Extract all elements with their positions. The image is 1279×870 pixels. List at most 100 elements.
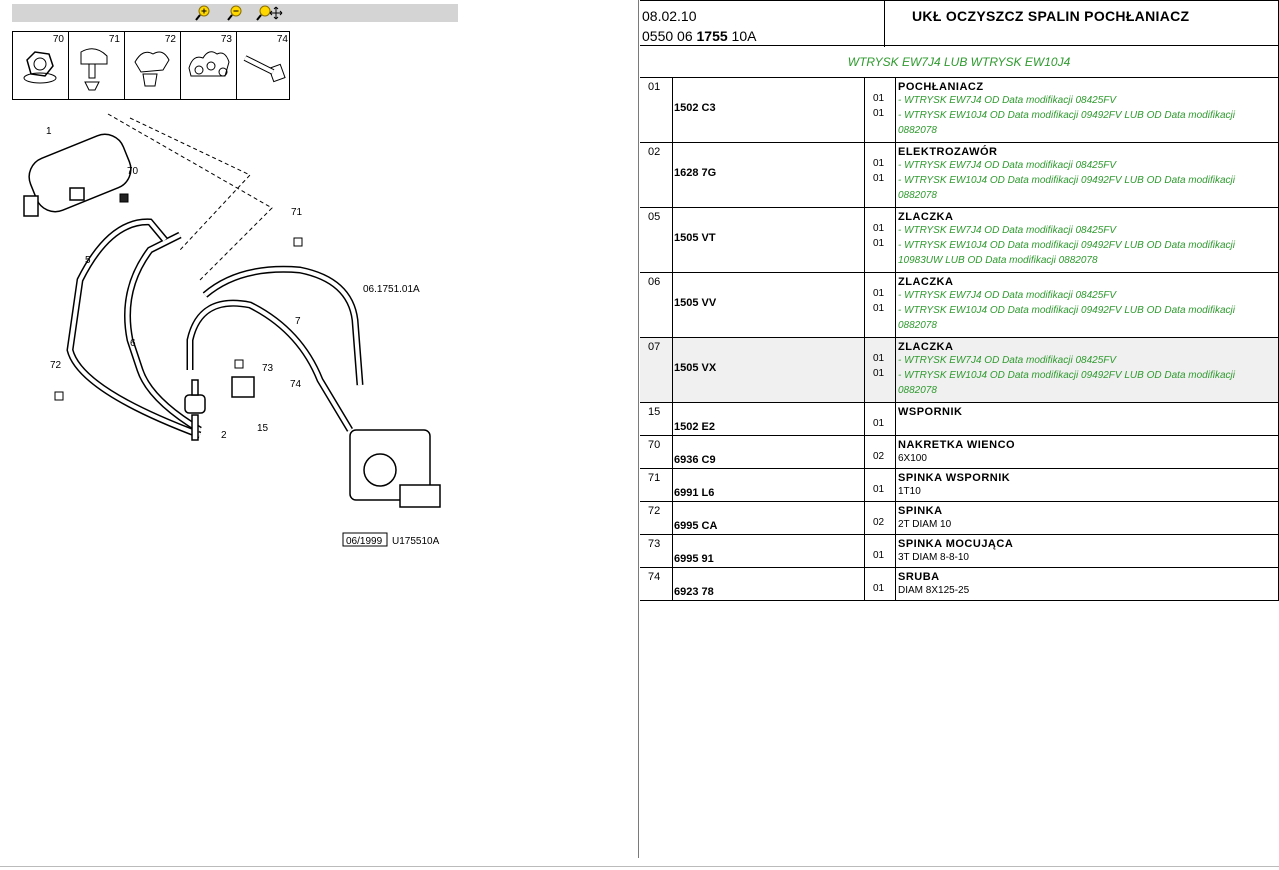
callout-label: 1 — [46, 126, 52, 137]
applicability-text: - WTRYSK EW10J4 OD Data modifikacji 0949… — [898, 370, 1235, 396]
throttle-body-drawing — [349, 429, 441, 508]
header-reference: 0550 06 1755 10A — [642, 28, 756, 44]
callout-label: 72 — [50, 360, 62, 371]
quantity: 01 — [873, 353, 885, 364]
applicability-text: - WTRYSK EW7J4 OD Data modifikacji 08425… — [898, 160, 1117, 171]
table-row[interactable]: 72 6995 CA SPINKA 02 2T DIAM 10 — [640, 502, 1278, 535]
table-row[interactable]: 06 1505 VV ZLACZKA 01 - WTRYSK EW7J4 OD Data… — [640, 273, 1278, 338]
part-code[interactable]: 1505 VX — [674, 362, 716, 374]
part-name: ZLACZKA — [898, 341, 954, 353]
quantity: 01 — [873, 158, 885, 169]
part-name: SPINKA WSPORNIK — [898, 472, 1011, 484]
applicability-text: 3T DIAM 8-8-10 — [898, 552, 969, 563]
part-description: SPINKA WSPORNIK 01 1T10 — [873, 472, 1276, 499]
quantity: 01 — [873, 583, 885, 594]
applicability-text: DIAM 8X125-25 — [898, 585, 970, 596]
applicability-line: 01 DIAM 8X125-25 — [873, 583, 1276, 598]
part-thumb-74[interactable]: 74 — [237, 32, 292, 99]
applicability-line: 01 - WTRYSK EW10J4 OD Data modifikacji 09… — [873, 108, 1276, 138]
quantity: 01 — [873, 223, 885, 234]
applicability-text: - WTRYSK EW10J4 OD Data modifikacji 0949… — [898, 240, 1235, 266]
callout-label: 5 — [85, 255, 91, 266]
quantity: 01 — [873, 484, 885, 495]
part-code[interactable]: 1505 VT — [674, 232, 716, 244]
applicability-text: 6X100 — [898, 453, 927, 464]
table-row[interactable]: 70 6936 C9 NAKRETKA WIENCO 02 6X100 — [640, 436, 1278, 469]
part-name: POCHŁANIACZ — [898, 81, 984, 93]
part-description: ZLACZKA 01 - WTRYSK EW7J4 OD Data modifika… — [873, 341, 1276, 398]
part-code[interactable]: 6995 CA — [674, 520, 717, 532]
quantity: 01 — [873, 418, 885, 429]
part-description: WSPORNIK 01 — [873, 406, 1276, 429]
callout-label: 6 — [130, 338, 136, 349]
item-number: 01 — [648, 81, 661, 93]
callout-label: 74 — [290, 379, 302, 390]
applicability-line: 01 - WTRYSK EW10J4 OD Data modifikacji 09… — [873, 303, 1276, 333]
applicability-line: 01 3T DIAM 8-8-10 — [873, 550, 1276, 565]
item-number: 07 — [648, 341, 661, 353]
table-row[interactable]: 05 1505 VT ZLACZKA 01 - WTRYSK EW7J4 OD Data… — [640, 208, 1278, 273]
table-row[interactable]: 07 1505 VX ZLACZKA 01 - WTRYSK EW7J4 OD Data… — [640, 338, 1278, 403]
quantity: 01 — [873, 238, 885, 249]
callout-label: 7 — [295, 316, 301, 327]
table-row[interactable]: 15 1502 E2 WSPORNIK 01 — [640, 403, 1278, 436]
valve-drawing — [184, 376, 255, 441]
applicability-line: 01 - WTRYSK EW7J4 OD Data modifikacji 084… — [873, 288, 1276, 303]
part-thumb-71[interactable]: 71 — [69, 32, 125, 99]
ref-bold: 1755 — [696, 28, 728, 44]
part-name: WSPORNIK — [898, 406, 963, 418]
applicability-text: 2T DIAM 10 — [898, 519, 952, 530]
table-row[interactable]: 02 1628 7G ELEKTROZAWÓR 01 - WTRYSK EW7J4 OD… — [640, 143, 1278, 208]
zoom-fit-icon[interactable] — [256, 5, 284, 21]
part-code[interactable]: 6995 91 — [674, 553, 714, 565]
parts-table: 01 1502 C3 POCHŁANIACZ 01 - WTRYSK EW7J4 OD … — [640, 78, 1279, 601]
zoom-out-icon[interactable] — [224, 5, 246, 21]
quantity: 01 — [873, 368, 885, 379]
part-thumb-number: 71 — [108, 34, 120, 45]
part-name: ZLACZKA — [898, 276, 954, 288]
pane-divider[interactable] — [638, 0, 639, 858]
part-code[interactable]: 1505 VV — [674, 297, 716, 309]
part-name: NAKRETKA WIENCO — [898, 439, 1016, 451]
part-name: SPINKA MOCUJĄCA — [898, 538, 1014, 550]
table-row[interactable]: 01 1502 C3 POCHŁANIACZ 01 - WTRYSK EW7J4 OD … — [640, 78, 1278, 143]
part-thumb-73[interactable]: 73 — [181, 32, 237, 99]
diagram-pane: 70 71 72 73 74 1 70 71 5 6 06.1751.01A 7… — [0, 0, 638, 858]
part-code[interactable]: 1502 E2 — [674, 421, 715, 433]
item-number: 06 — [648, 276, 661, 288]
part-thumb-number: 73 — [220, 34, 232, 45]
quantity: 01 — [873, 288, 885, 299]
part-name: ZLACZKA — [898, 211, 954, 223]
applicability-text: 1T10 — [898, 486, 921, 497]
parts-header: 08.02.10 0550 06 1755 10A UKŁ OCZYSZCZ S… — [640, 0, 1279, 47]
part-code[interactable]: 6923 78 — [674, 586, 714, 598]
table-row[interactable]: 73 6995 91 SPINKA MOCUJĄCA 01 3T DIAM 8-8-10 — [640, 535, 1278, 568]
quantity: 02 — [873, 451, 885, 462]
applicability-line: 01 - WTRYSK EW10J4 OD Data modifikacji 09… — [873, 238, 1276, 268]
callout-label: 15 — [257, 423, 269, 434]
table-row[interactable]: 74 6923 78 SRUBA 01 DIAM 8X125-25 — [640, 568, 1278, 601]
part-description: NAKRETKA WIENCO 02 6X100 — [873, 439, 1276, 466]
part-name: ELEKTROZAWÓR — [898, 146, 998, 158]
part-description: SRUBA 01 DIAM 8X125-25 — [873, 571, 1276, 598]
quantity: 01 — [873, 108, 885, 119]
part-code[interactable]: 1628 7G — [674, 167, 716, 179]
stamp-date: 06/1999 — [346, 536, 383, 547]
part-code[interactable]: 1502 C3 — [674, 102, 716, 114]
applicability-text: - WTRYSK EW7J4 OD Data modifikacji 08425… — [898, 290, 1117, 301]
part-code[interactable]: 6991 L6 — [674, 487, 714, 499]
part-description: POCHŁANIACZ 01 - WTRYSK EW7J4 OD Data modi… — [873, 81, 1276, 138]
part-thumb-70[interactable]: 70 — [13, 32, 69, 99]
part-thumb-72[interactable]: 72 — [125, 32, 181, 99]
applicability-line: 02 2T DIAM 10 — [873, 517, 1276, 532]
applicability-text: - WTRYSK EW10J4 OD Data modifikacji 0949… — [898, 175, 1235, 201]
part-description: ZLACZKA 01 - WTRYSK EW7J4 OD Data modifika… — [873, 211, 1276, 268]
part-code[interactable]: 6936 C9 — [674, 454, 716, 466]
stamp-code: U175510A — [392, 536, 440, 547]
part-name: SRUBA — [898, 571, 940, 583]
table-row[interactable]: 71 6991 L6 SPINKA WSPORNIK 01 1T10 — [640, 469, 1278, 502]
ref-suffix: 10A — [731, 28, 757, 44]
zoom-in-icon[interactable] — [192, 5, 214, 21]
part-thumb-number: 74 — [276, 34, 288, 45]
item-number: 73 — [648, 538, 661, 550]
